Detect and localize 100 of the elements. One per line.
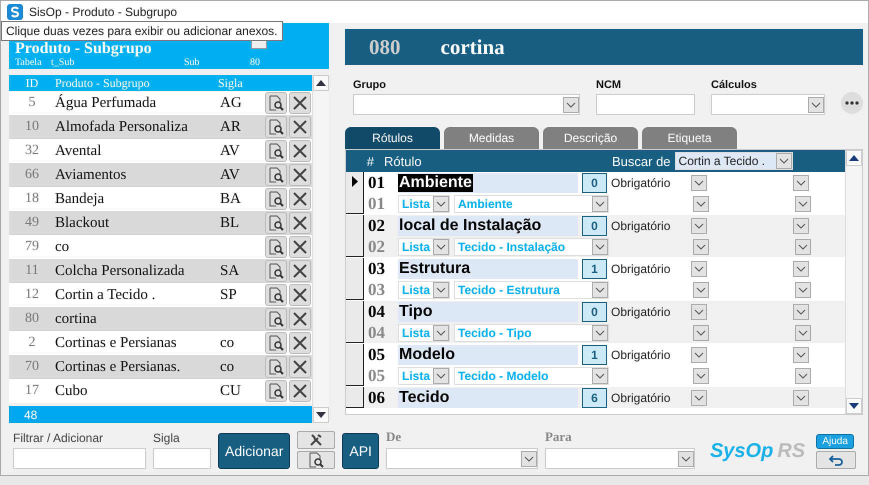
- row-selector[interactable]: [346, 387, 364, 408]
- delete-button[interactable]: [289, 92, 311, 114]
- list-row[interactable]: 12 Cortin a Tecido . SP: [9, 283, 312, 307]
- document-search-icon: [268, 359, 284, 375]
- chevron-down-icon: [798, 286, 808, 292]
- tab[interactable]: Medidas: [444, 127, 539, 149]
- delete-button[interactable]: [289, 308, 311, 330]
- row-selector[interactable]: [346, 258, 364, 300]
- delete-button[interactable]: [289, 212, 311, 234]
- chevron-down-icon: [778, 158, 789, 164]
- label-field[interactable]: Estrutura: [398, 258, 578, 278]
- list-row[interactable]: 17 Cubo CU: [9, 379, 312, 403]
- delete-button[interactable]: [289, 236, 311, 258]
- preview-button[interactable]: [265, 332, 287, 354]
- sigla-field[interactable]: [153, 448, 211, 469]
- list-row[interactable]: 10 Almofada Personaliza AR: [9, 115, 312, 139]
- preview-button[interactable]: [265, 188, 287, 210]
- chevron-down-icon: [436, 286, 446, 292]
- api-button[interactable]: API: [342, 433, 379, 469]
- chevron-down-icon: [680, 456, 691, 462]
- delete-button[interactable]: [289, 332, 311, 354]
- close-icon: [293, 264, 307, 278]
- delete-button[interactable]: [289, 116, 311, 138]
- list-row[interactable]: 66 Aviamentos AV: [9, 163, 312, 187]
- record-count: 80: [250, 57, 260, 68]
- total-count: 48: [24, 408, 38, 422]
- preview-button[interactable]: [265, 92, 287, 114]
- label-field[interactable]: Tecido: [398, 388, 578, 408]
- delete-button[interactable]: [289, 188, 311, 210]
- row-selector[interactable]: [346, 172, 364, 214]
- column-title: Rótulo: [383, 154, 423, 168]
- tab[interactable]: Etiqueta: [642, 127, 737, 149]
- preview-button[interactable]: [265, 116, 287, 138]
- preview-button[interactable]: [265, 380, 287, 402]
- id-cell-text: 18: [24, 191, 40, 207]
- ncm-field[interactable]: [596, 94, 695, 115]
- scrollbar[interactable]: [312, 75, 329, 423]
- name-cell-text: Cortinas e Persianas.: [55, 358, 182, 376]
- delete-button[interactable]: [289, 260, 311, 282]
- label-field[interactable]: local de Instalação: [398, 216, 578, 236]
- list-row[interactable]: 70 Cortinas e Persianas. co: [9, 355, 312, 379]
- label-field[interactable]: Ambiente: [398, 172, 578, 192]
- tab[interactable]: Rótulos: [345, 127, 440, 149]
- close-icon: [293, 240, 307, 254]
- preview-button[interactable]: [265, 164, 287, 186]
- record-number: 01: [368, 172, 386, 192]
- delete-button[interactable]: [289, 164, 311, 186]
- preview-button[interactable]: [265, 284, 287, 306]
- chevron-down-icon: [696, 330, 706, 336]
- list-row[interactable]: 5 Água Perfumada AG: [9, 91, 312, 115]
- preview-button[interactable]: [265, 356, 287, 378]
- id-cell-text: 10: [24, 119, 40, 135]
- label-field[interactable]: Modelo: [398, 344, 578, 364]
- close-icon: [293, 216, 307, 230]
- search-select[interactable]: Cortin a Tecido .: [674, 152, 793, 170]
- sigla-cell: CU: [220, 382, 241, 398]
- list-row[interactable]: 80 cortina: [9, 307, 312, 331]
- preview-button[interactable]: [265, 260, 287, 282]
- preview-button[interactable]: [265, 140, 287, 162]
- id-cell-text: 80: [24, 311, 40, 327]
- close-icon: [293, 336, 307, 350]
- list-row[interactable]: 49 Blackout BL: [9, 211, 312, 235]
- chevron-down-icon: [696, 286, 706, 292]
- label-field[interactable]: Tipo: [398, 302, 578, 322]
- chevron-down-icon: [694, 180, 704, 186]
- required-label: Obrigatório: [611, 176, 672, 190]
- filter-field[interactable]: [13, 448, 146, 469]
- preview-button[interactable]: [297, 451, 336, 469]
- close-icon: [293, 288, 307, 302]
- name-cell-text: Almofada Personaliza: [55, 118, 189, 136]
- more-button[interactable]: [841, 92, 863, 114]
- list-row[interactable]: 2 Cortinas e Persianas co: [9, 331, 312, 355]
- count-badge: 6: [582, 388, 607, 408]
- preview-button[interactable]: [265, 236, 287, 258]
- row-selector[interactable]: [346, 344, 364, 386]
- delete-button[interactable]: [289, 380, 311, 402]
- add-button[interactable]: Adicionar: [218, 433, 290, 469]
- record-number: 03: [368, 258, 386, 278]
- row-selector[interactable]: [346, 215, 364, 257]
- tools-button[interactable]: [297, 431, 336, 449]
- close-icon: [293, 96, 307, 110]
- delete-button[interactable]: [289, 356, 311, 378]
- list-row[interactable]: 79 co: [9, 235, 312, 259]
- list-row[interactable]: 11 Colcha Personalizada SA: [9, 259, 312, 283]
- document-search-icon: [308, 452, 324, 468]
- row-selector[interactable]: [346, 301, 364, 343]
- scrollbar[interactable]: [845, 150, 862, 414]
- record-number: 06: [368, 388, 386, 408]
- tab[interactable]: Descrição: [543, 127, 638, 149]
- list-row[interactable]: 18 Bandeja BA: [9, 187, 312, 211]
- preview-button[interactable]: [265, 308, 287, 330]
- preview-button[interactable]: [265, 212, 287, 234]
- list-row[interactable]: 32 Avental AV: [9, 139, 312, 163]
- scroll-up-icon: [849, 155, 859, 161]
- delete-button[interactable]: [289, 140, 311, 162]
- chevron-down-icon: [524, 456, 534, 462]
- name-cell-text: Cortin a Tecido .: [55, 286, 156, 304]
- back-button[interactable]: [816, 451, 856, 469]
- chevron-down-icon: [436, 200, 446, 206]
- delete-button[interactable]: [289, 284, 311, 306]
